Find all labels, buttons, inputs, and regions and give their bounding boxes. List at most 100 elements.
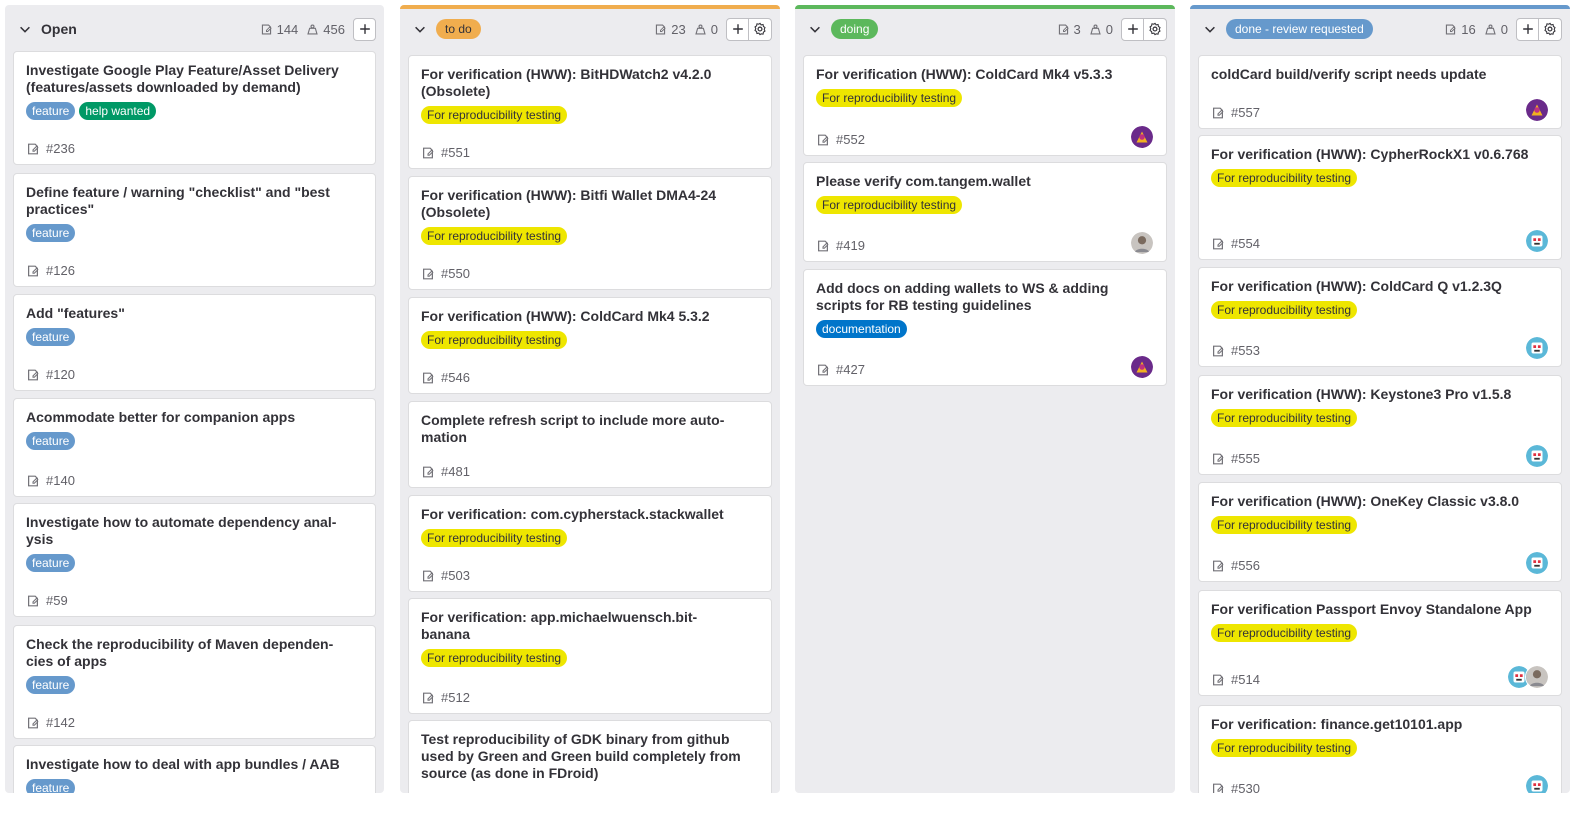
label-for-reproducibility-testing[interactable]: For reproducibility testing bbox=[421, 529, 568, 547]
issue-reference[interactable]: #530 bbox=[1231, 781, 1260, 793]
issue-card[interactable]: For verification (HWW): Keystone3 Pro v1… bbox=[1198, 375, 1562, 475]
issue-title[interactable]: For verification (HWW): OneKey Classic v… bbox=[1211, 493, 1549, 510]
issue-reference[interactable]: #552 bbox=[836, 132, 865, 147]
issue-reference[interactable]: #553 bbox=[1231, 343, 1260, 358]
column-settings-button[interactable] bbox=[1144, 17, 1167, 41]
new-issue-button[interactable] bbox=[726, 17, 749, 41]
collapse-column-button[interactable] bbox=[1202, 21, 1218, 37]
issue-card[interactable]: Investigate how to deal with app bundles… bbox=[13, 745, 376, 793]
collapse-column-button[interactable] bbox=[807, 21, 823, 37]
new-issue-button[interactable] bbox=[1516, 17, 1539, 41]
issue-title[interactable]: Acommodate better for companion apps bbox=[26, 409, 363, 426]
issue-card[interactable]: Add docs on adding wallets to WS & addin… bbox=[803, 269, 1167, 386]
issue-card[interactable]: Test reproducibility of GDK binary from … bbox=[408, 720, 772, 793]
issue-title[interactable]: For verification (HWW): CypherRockX1 v0.… bbox=[1211, 146, 1549, 163]
issue-card[interactable]: For verification (HWW): ColdCard Q v1.2.… bbox=[1198, 267, 1562, 367]
issue-title[interactable]: Investigate Google Play Feature/Asset De… bbox=[26, 62, 363, 96]
label-feature[interactable]: feature bbox=[26, 676, 76, 694]
issue-card[interactable]: For verification: finance.get10101.app Fo… bbox=[1198, 705, 1562, 793]
issue-reference[interactable]: #236 bbox=[46, 141, 75, 156]
new-issue-button[interactable] bbox=[353, 17, 376, 41]
assignee-avatar[interactable] bbox=[1130, 231, 1154, 255]
issue-card[interactable]: Investigate Google Play Feature/Asset De… bbox=[13, 51, 376, 165]
label-feature[interactable]: feature bbox=[26, 554, 76, 572]
issue-reference[interactable]: #512 bbox=[441, 690, 470, 705]
issue-title[interactable]: For verification (HWW): Bitfi Wallet DMA… bbox=[421, 187, 759, 221]
issue-card[interactable]: For verification (HWW): BitHDWatch2 v4.2… bbox=[408, 55, 772, 169]
issue-title[interactable]: Investigate how to deal with app bundles… bbox=[26, 756, 363, 773]
issue-card[interactable]: For verification Passport Envoy Standalo… bbox=[1198, 590, 1562, 696]
label-feature[interactable]: feature bbox=[26, 432, 76, 450]
issue-card[interactable]: Add "features" feature #120 bbox=[13, 294, 376, 391]
issue-card[interactable]: Check the reproducibility of Maven depen… bbox=[13, 625, 376, 739]
issue-card[interactable]: For verification: app.michaelwuensch.bit… bbox=[408, 598, 772, 714]
label-help-wanted[interactable]: help wanted bbox=[79, 102, 157, 120]
issue-title[interactable]: Check the reproducibility of Maven depen… bbox=[26, 636, 363, 670]
issue-reference[interactable]: #556 bbox=[1231, 558, 1260, 573]
assignee-avatar[interactable] bbox=[1130, 125, 1154, 149]
issue-reference[interactable]: #120 bbox=[46, 367, 75, 382]
label-feature[interactable]: feature bbox=[26, 102, 76, 120]
issue-title[interactable]: For verification (HWW): Keystone3 Pro v1… bbox=[1211, 386, 1549, 403]
issue-reference[interactable]: #551 bbox=[441, 145, 470, 160]
assignee-avatar[interactable] bbox=[1525, 98, 1549, 122]
issue-title[interactable]: coldCard build/verify script needs updat… bbox=[1211, 66, 1549, 83]
assignee-avatar[interactable] bbox=[1130, 355, 1154, 379]
issue-reference[interactable]: #419 bbox=[836, 238, 865, 253]
label-for-reproducibility-testing[interactable]: For reproducibility testing bbox=[1211, 409, 1358, 427]
issue-title[interactable]: Investigate how to automate dependency a… bbox=[26, 514, 363, 548]
issue-reference[interactable]: #514 bbox=[1231, 672, 1260, 687]
issue-card[interactable]: For verification: com.cypherstack.stackw… bbox=[408, 495, 772, 592]
column-title-label[interactable]: to do bbox=[436, 19, 481, 39]
label-for-reproducibility-testing[interactable]: For reproducibility testing bbox=[421, 649, 568, 667]
issue-card[interactable]: Investigate how to automate dependency a… bbox=[13, 503, 376, 617]
issue-card[interactable]: Define feature / warning "checklist" and… bbox=[13, 173, 376, 287]
issue-title[interactable]: For verification: finance.get10101.app bbox=[1211, 716, 1549, 733]
issue-title[interactable]: For verification (HWW): BitHDWatch2 v4.2… bbox=[421, 66, 759, 100]
collapse-column-button[interactable] bbox=[17, 21, 33, 37]
issue-reference[interactable]: #142 bbox=[46, 715, 75, 730]
assignee-avatar[interactable] bbox=[1525, 774, 1549, 793]
assignee-avatar[interactable] bbox=[1525, 551, 1549, 575]
label-documentation[interactable]: documentation bbox=[816, 320, 907, 338]
new-issue-button[interactable] bbox=[1121, 17, 1144, 41]
label-for-reproducibility-testing[interactable]: For reproducibility testing bbox=[421, 106, 568, 124]
issue-reference[interactable]: #557 bbox=[1231, 105, 1260, 120]
issue-card[interactable]: coldCard build/verify script needs updat… bbox=[1198, 55, 1562, 129]
issue-card[interactable]: For verification (HWW): CypherRockX1 v0.… bbox=[1198, 135, 1562, 260]
column-settings-button[interactable] bbox=[749, 17, 772, 41]
label-for-reproducibility-testing[interactable]: For reproducibility testing bbox=[1211, 739, 1358, 757]
issue-title[interactable]: For verification Passport Envoy Standalo… bbox=[1211, 601, 1549, 618]
issue-reference[interactable]: #427 bbox=[836, 362, 865, 377]
issue-reference[interactable]: #140 bbox=[46, 473, 75, 488]
issue-reference[interactable]: #554 bbox=[1231, 236, 1260, 251]
label-feature[interactable]: feature bbox=[26, 224, 76, 242]
issue-reference[interactable]: #503 bbox=[441, 568, 470, 583]
issue-reference[interactable]: #550 bbox=[441, 266, 470, 281]
label-feature[interactable]: feature bbox=[26, 779, 76, 793]
issue-title[interactable]: For verification (HWW): ColdCard Q v1.2.… bbox=[1211, 278, 1549, 295]
label-feature[interactable]: feature bbox=[26, 328, 76, 346]
assignee-avatar[interactable] bbox=[1525, 336, 1549, 360]
issue-card[interactable]: Complete refresh script to include more … bbox=[408, 401, 772, 488]
label-for-reproducibility-testing[interactable]: For reproducibility testing bbox=[1211, 624, 1358, 642]
issue-title[interactable]: Test reproducibility of GDK binary from … bbox=[421, 731, 759, 782]
label-for-reproducibility-testing[interactable]: For reproducibility testing bbox=[1211, 301, 1358, 319]
label-for-reproducibility-testing[interactable]: For reproducibility testing bbox=[421, 331, 568, 349]
issue-card[interactable]: For verification (HWW): ColdCard Mk4 v5.… bbox=[803, 55, 1167, 156]
issue-reference[interactable]: #555 bbox=[1231, 451, 1260, 466]
issue-title[interactable]: Complete refresh script to include more … bbox=[421, 412, 759, 446]
issue-reference[interactable]: #126 bbox=[46, 263, 75, 278]
issue-title[interactable]: For verification (HWW): ColdCard Mk4 5.3… bbox=[421, 308, 759, 325]
label-for-reproducibility-testing[interactable]: For reproducibility testing bbox=[1211, 516, 1358, 534]
column-title-label[interactable]: doing bbox=[831, 19, 879, 39]
label-for-reproducibility-testing[interactable]: For reproducibility testing bbox=[816, 89, 963, 107]
issue-card[interactable]: For verification (HWW): OneKey Classic v… bbox=[1198, 482, 1562, 582]
assignee-avatar[interactable] bbox=[1525, 665, 1549, 689]
issue-reference[interactable]: #481 bbox=[441, 464, 470, 479]
issue-card[interactable]: Acommodate better for companion apps feat… bbox=[13, 398, 376, 497]
issue-title[interactable]: Add "features" bbox=[26, 305, 363, 322]
issue-title[interactable]: Define feature / warning "checklist" and… bbox=[26, 184, 363, 218]
issue-title[interactable]: Add docs on adding wallets to WS & addin… bbox=[816, 280, 1154, 314]
issue-title[interactable]: Please verify com.tangem.wallet bbox=[816, 173, 1154, 190]
